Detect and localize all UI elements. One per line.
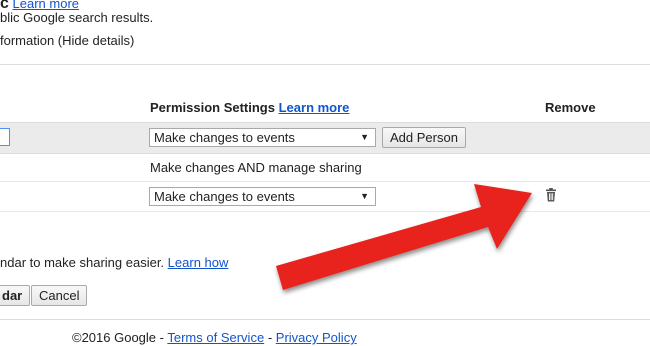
learn-how-link[interactable]: Learn how	[168, 255, 229, 270]
dropdown-arrow-icon: ▼	[360, 132, 369, 142]
divider	[0, 181, 650, 182]
hide-details-text[interactable]: formation (Hide details)	[0, 33, 134, 48]
sharing-hint: ndar to make sharing easier. Learn how	[0, 255, 228, 270]
permission-settings-header: Permission Settings Learn more	[150, 100, 349, 115]
sharing-hint-text: ndar to make sharing easier.	[0, 255, 165, 270]
permission-settings-label: Permission Settings	[150, 100, 275, 115]
owner-permission-text: Make changes AND manage sharing	[150, 160, 362, 175]
add-person-button[interactable]: Add Person	[382, 127, 466, 148]
permission-learn-more-link[interactable]: Learn more	[279, 100, 350, 115]
divider	[0, 64, 650, 65]
divider	[0, 211, 650, 212]
divider	[0, 319, 650, 320]
terms-of-service-link[interactable]: Terms of Service	[167, 330, 264, 345]
existing-person-permission-select[interactable]: Make changes to events ▼	[149, 187, 376, 206]
new-person-permission-select[interactable]: Make changes to events ▼	[149, 128, 376, 147]
footer: ©2016 Google - Terms of Service - Privac…	[72, 330, 357, 345]
existing-person-permission-value: Make changes to events	[154, 189, 295, 204]
public-search-text: blic Google search results.	[0, 10, 154, 25]
privacy-policy-link[interactable]: Privacy Policy	[276, 330, 357, 345]
add-person-email-input[interactable]	[0, 128, 10, 146]
copyright-text: ©2016 Google -	[72, 330, 164, 345]
new-person-permission-value: Make changes to events	[154, 130, 295, 145]
trash-icon[interactable]	[545, 188, 557, 202]
footer-separator: -	[267, 330, 273, 345]
dropdown-arrow-icon: ▼	[360, 191, 369, 201]
remove-header: Remove	[545, 100, 596, 115]
cancel-button[interactable]: Cancel	[31, 285, 88, 306]
save-calendar-button[interactable]: dar	[0, 285, 31, 306]
